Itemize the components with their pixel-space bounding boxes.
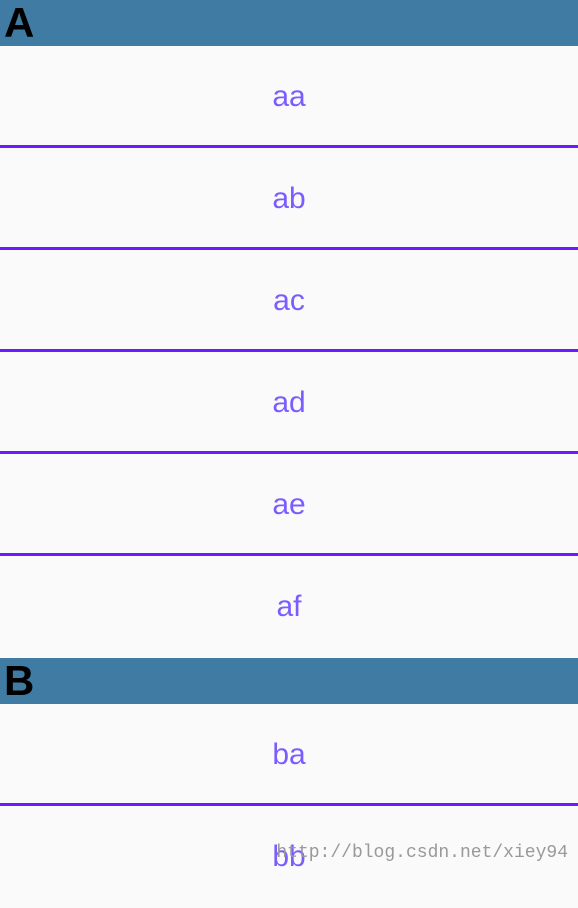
list-item[interactable]: ab [0, 148, 578, 250]
section-header-a: A [0, 0, 578, 46]
section-header-b: B [0, 658, 578, 704]
list-item[interactable]: af [0, 556, 578, 658]
list-item[interactable]: ba [0, 704, 578, 806]
indexed-list: A aa ab ac ad ae af B ba bb [0, 0, 578, 908]
list-item[interactable]: bb [0, 806, 578, 908]
list-item[interactable]: ac [0, 250, 578, 352]
list-item[interactable]: aa [0, 46, 578, 148]
list-item[interactable]: ad [0, 352, 578, 454]
list-item[interactable]: ae [0, 454, 578, 556]
